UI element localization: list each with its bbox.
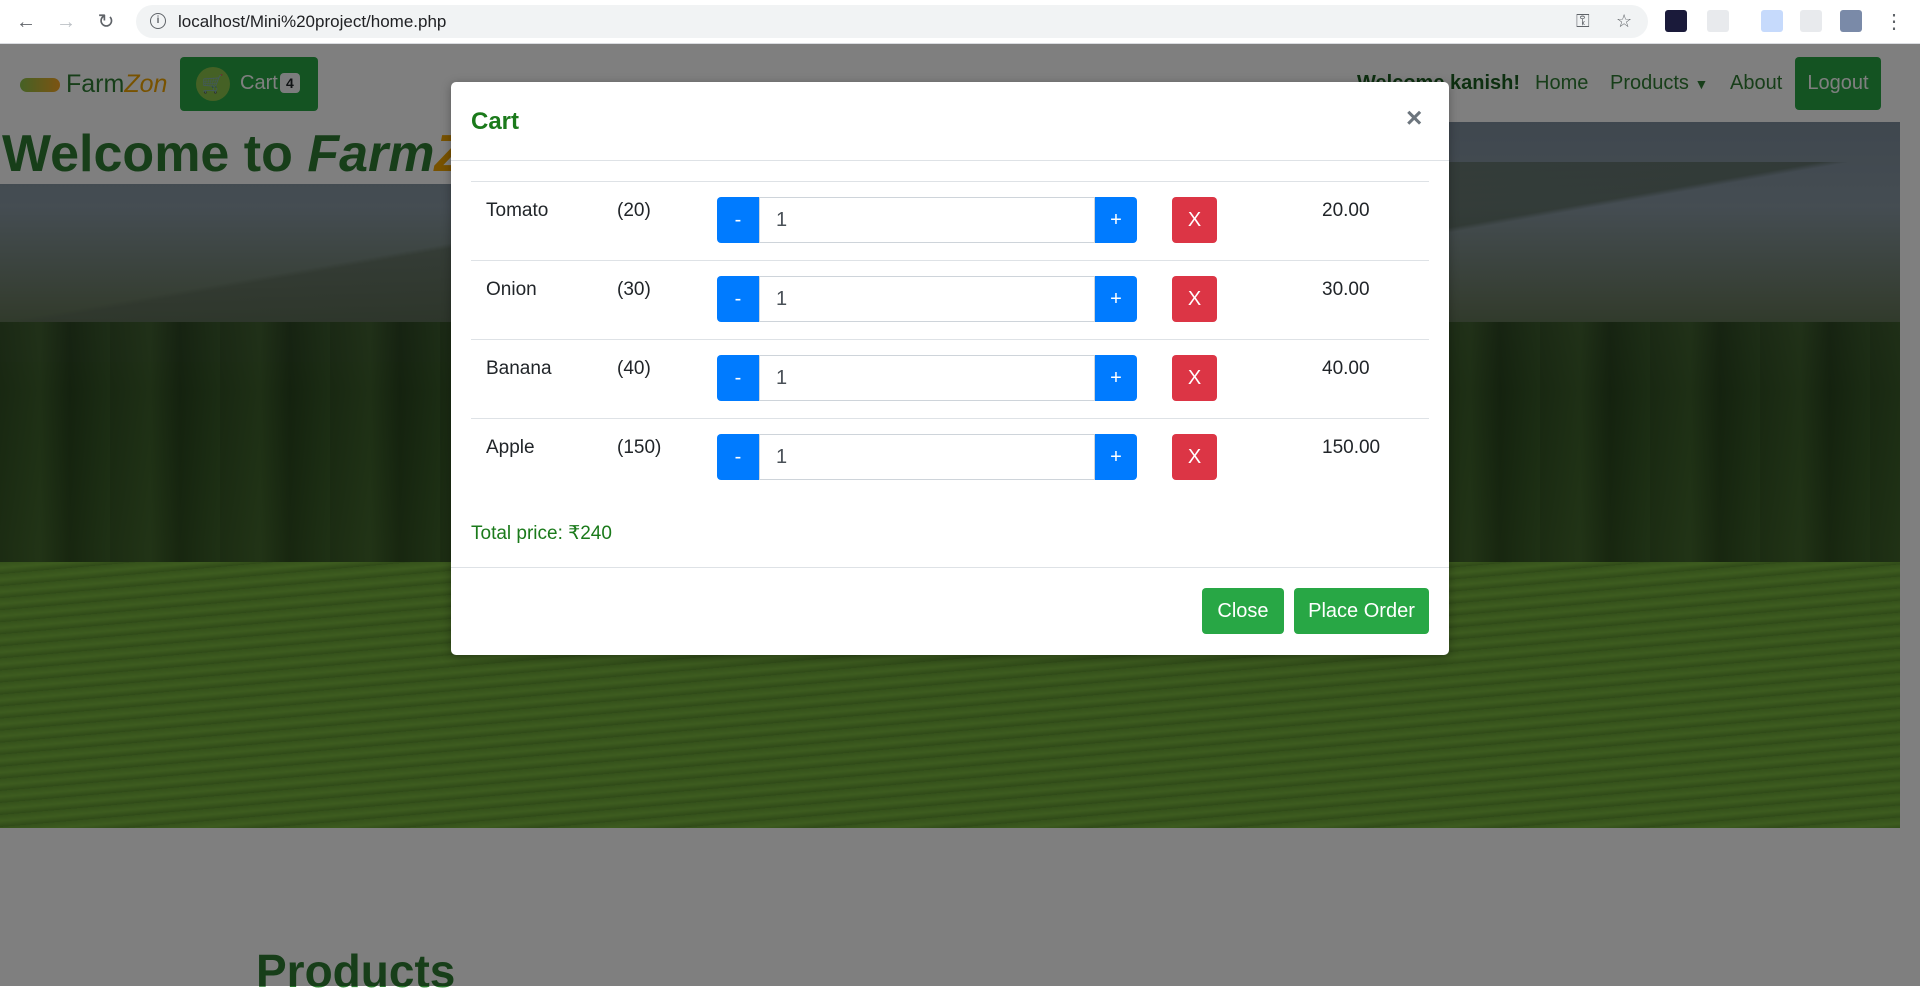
remove-item-button[interactable]: X xyxy=(1172,197,1217,243)
item-name: Tomato xyxy=(486,200,549,221)
increase-quantity-button[interactable]: + xyxy=(1095,276,1137,322)
eyedropper-icon[interactable] xyxy=(1707,10,1729,32)
close-icon[interactable]: × xyxy=(1406,102,1422,134)
cast-icon[interactable] xyxy=(1761,10,1783,32)
close-button[interactable]: Close xyxy=(1202,588,1284,634)
address-bar[interactable]: i localhost/Mini%20project/home.php ⚿ ☆ xyxy=(136,5,1648,38)
total-price: Total price: ₹240 xyxy=(471,523,612,544)
cart-row: Apple (150) - 1 + X 150.00 xyxy=(471,418,1429,497)
item-name: Apple xyxy=(486,437,535,458)
extension-icon[interactable] xyxy=(1665,10,1687,32)
modal-footer: Close Place Order xyxy=(451,567,1449,656)
remove-item-button[interactable]: X xyxy=(1172,276,1217,322)
item-unit-price: (40) xyxy=(617,358,651,379)
item-unit-price: (30) xyxy=(617,279,651,300)
decrease-quantity-button[interactable]: - xyxy=(717,197,759,243)
remove-item-button[interactable]: X xyxy=(1172,355,1217,401)
quantity-input[interactable]: 1 xyxy=(759,434,1095,480)
item-unit-price: (150) xyxy=(617,437,662,458)
item-total: 150.00 xyxy=(1322,437,1381,458)
cart-modal: Cart × Tomato (20) - 1 + X 20.00 Onion (… xyxy=(451,82,1449,655)
back-icon[interactable]: ← xyxy=(12,8,40,36)
star-icon[interactable]: ☆ xyxy=(1616,11,1632,32)
cart-row: Onion (30) - 1 + X 30.00 xyxy=(471,260,1429,339)
site-info-icon[interactable]: i xyxy=(150,13,166,29)
quantity-input[interactable]: 1 xyxy=(759,197,1095,243)
menu-icon[interactable]: ⋮ xyxy=(1880,8,1908,36)
quantity-input[interactable]: 1 xyxy=(759,355,1095,401)
item-total: 40.00 xyxy=(1322,358,1370,379)
quantity-input[interactable]: 1 xyxy=(759,276,1095,322)
item-total: 20.00 xyxy=(1322,200,1370,221)
media-icon[interactable] xyxy=(1800,10,1822,32)
item-name: Onion xyxy=(486,279,537,300)
decrease-quantity-button[interactable]: - xyxy=(717,434,759,480)
increase-quantity-button[interactable]: + xyxy=(1095,355,1137,401)
decrease-quantity-button[interactable]: - xyxy=(717,355,759,401)
reload-icon[interactable]: ↻ xyxy=(92,8,120,36)
forward-icon[interactable]: → xyxy=(52,8,80,36)
url-text[interactable]: localhost/Mini%20project/home.php xyxy=(178,12,446,32)
increase-quantity-button[interactable]: + xyxy=(1095,434,1137,480)
place-order-button[interactable]: Place Order xyxy=(1294,588,1429,634)
decrease-quantity-button[interactable]: - xyxy=(717,276,759,322)
item-unit-price: (20) xyxy=(617,200,651,221)
modal-title: Cart xyxy=(471,108,520,135)
profile-avatar-icon[interactable] xyxy=(1840,10,1862,32)
item-name: Banana xyxy=(486,358,552,379)
modal-header: Cart × xyxy=(451,82,1449,161)
increase-quantity-button[interactable]: + xyxy=(1095,197,1137,243)
remove-item-button[interactable]: X xyxy=(1172,434,1217,480)
key-icon[interactable]: ⚿ xyxy=(1576,11,1590,32)
cart-row: Banana (40) - 1 + X 40.00 xyxy=(471,339,1429,418)
cart-row: Tomato (20) - 1 + X 20.00 xyxy=(471,181,1429,260)
browser-toolbar: ← → ↻ i localhost/Mini%20project/home.ph… xyxy=(0,0,1920,44)
item-total: 30.00 xyxy=(1322,279,1370,300)
